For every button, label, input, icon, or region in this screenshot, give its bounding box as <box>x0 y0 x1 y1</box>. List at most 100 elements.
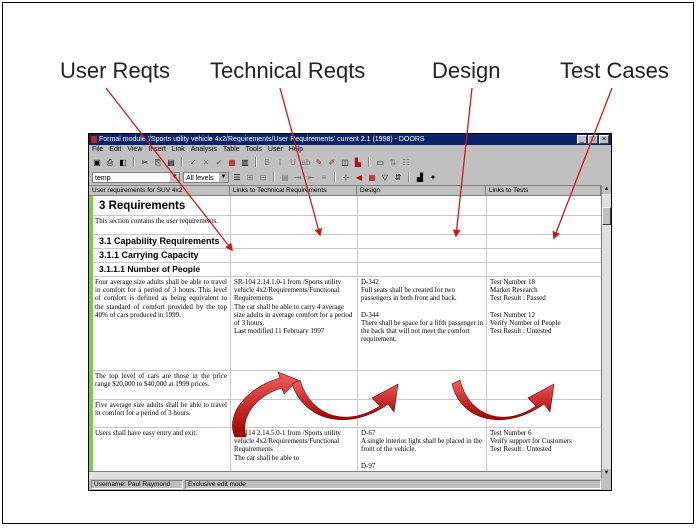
req2-user-text[interactable]: The top level of cars are those in the p… <box>95 372 227 398</box>
heading-requirements[interactable]: 3 Requirements <box>99 200 185 212</box>
filter-icon[interactable]: ▤ <box>280 173 290 182</box>
vertical-scrollbar[interactable]: ▲ ▼ <box>601 185 611 478</box>
menu-table[interactable]: Table <box>223 145 240 155</box>
save-icon[interactable]: ▣ <box>92 158 102 167</box>
column-header-tests[interactable]: Links to Tests <box>486 186 601 196</box>
menu-tools[interactable]: Tools <box>246 145 262 155</box>
heading-capability[interactable]: 3.1 Capability Requirements <box>99 236 220 246</box>
label-design: Design <box>432 58 501 83</box>
level-select-value: All levels <box>186 174 214 182</box>
toolbar-separator <box>368 157 370 167</box>
sort-az-icon[interactable]: ⇵ <box>393 173 403 182</box>
scroll-thumb[interactable] <box>602 207 611 225</box>
column-header-user[interactable]: User requirements for SUV 4x2 <box>89 186 230 196</box>
menu-analysis[interactable]: Analysis <box>191 145 217 155</box>
check-icon[interactable]: ✔ <box>214 158 224 167</box>
trace-icon[interactable]: ▦ <box>367 173 377 182</box>
menu-view[interactable]: View <box>127 145 142 155</box>
collapse-icon[interactable]: ⊟ <box>258 173 268 182</box>
baseline-icon[interactable]: ▙ <box>353 158 363 167</box>
req4-test-link[interactable]: Test Number 6 Verify support for Custome… <box>490 429 598 471</box>
req3-user-text[interactable]: Five average size adults shall be able t… <box>95 401 227 427</box>
column-header-technical[interactable]: Links to Technical Requirements <box>230 186 357 196</box>
menu-file[interactable]: File <box>92 145 103 155</box>
module-change-bar <box>89 196 93 479</box>
row-divider <box>93 370 601 371</box>
scroll-down-icon[interactable]: ▼ <box>602 469 611 478</box>
toolbar-separator <box>255 157 257 167</box>
properties-icon[interactable]: ◧ <box>118 158 128 167</box>
column-divider <box>230 196 231 479</box>
status-mode: Exclusive edit mode <box>185 480 601 489</box>
insert-table-icon[interactable]: ▦ <box>227 158 237 167</box>
heading-number-of-people[interactable]: 3.1.1.1 Number of People <box>99 264 200 274</box>
chevron-down-icon: ▼ <box>219 172 228 182</box>
window-title: Formal module '/Sports utility vehicle 4… <box>99 136 425 143</box>
show-levels-icon[interactable]: ☰ <box>232 173 242 182</box>
sort-icon[interactable]: ⇅ <box>388 158 398 167</box>
funnel-filter-icon[interactable]: ▽ <box>380 173 390 182</box>
link-source-icon[interactable]: ✎ <box>314 158 324 167</box>
wizard-icon[interactable]: ✦ <box>428 173 438 182</box>
view-select[interactable]: temp ▼ <box>92 171 180 183</box>
level-icon[interactable]: ≡ <box>319 173 329 182</box>
row-divider <box>93 276 601 277</box>
toolbar-separator <box>181 157 183 167</box>
analysis-arrow-icon[interactable]: ◀ <box>354 173 364 182</box>
menu-insert[interactable]: Insert <box>148 145 166 155</box>
label-user-reqts: User Reqts <box>60 58 171 83</box>
strike-icon[interactable]: ab <box>301 158 311 167</box>
menu-link[interactable]: Link <box>172 145 185 155</box>
level-select[interactable]: All levels ▼ <box>183 171 229 183</box>
italic-icon[interactable]: I <box>275 158 285 167</box>
maximize-button[interactable]: □ <box>588 135 598 144</box>
table-grid-icon[interactable]: ▥ <box>240 158 250 167</box>
req1-design-link[interactable]: D-342 Full seats shall be created for tw… <box>361 278 484 368</box>
menu-user[interactable]: User <box>268 145 283 155</box>
req4-technical-link[interactable]: SR-114 2.14.5.0-1 from /Sports utility v… <box>234 429 355 471</box>
cut-icon[interactable]: ✂ <box>140 158 150 167</box>
paste-icon[interactable]: ▤ <box>166 158 176 167</box>
bold-icon[interactable]: B <box>262 158 272 167</box>
expand-icon[interactable]: ⊞ <box>245 173 255 182</box>
toolbar-separator <box>133 157 135 167</box>
doors-app-icon <box>91 136 97 143</box>
status-bar: Username: Paul Raymond Exclusive edit mo… <box>89 479 611 490</box>
req1-technical-link[interactable]: SR-104 2.14.1.0-1 from /Sports utility v… <box>234 278 355 368</box>
heading-carrying-capacity[interactable]: 3.1.1 Carrying Capacity <box>99 250 199 260</box>
toolbar-separator <box>408 172 410 182</box>
req1-test-link[interactable]: Test Number 18 Market Research Test Resu… <box>490 278 598 368</box>
row-divider <box>93 399 601 400</box>
link-target-icon[interactable]: ✐ <box>327 158 337 167</box>
req4-user-text[interactable]: Users shall have easy entry and exit. <box>95 429 227 449</box>
intro-text[interactable]: This section contains the user requireme… <box>95 217 227 234</box>
spellcheck-icon[interactable]: ✓ <box>188 158 198 167</box>
underline-icon[interactable]: U <box>288 158 298 167</box>
chart-icon[interactable]: ▟ <box>415 173 425 182</box>
column-header-design[interactable]: Design <box>357 186 486 196</box>
req1-user-text[interactable]: Four average size adults shall be able t… <box>95 278 227 362</box>
outdent-icon[interactable]: ⇤ <box>306 173 316 182</box>
copy-icon[interactable]: ⎘ <box>153 158 163 167</box>
row-divider <box>93 427 601 428</box>
minimize-button[interactable]: _ <box>577 135 587 144</box>
main-toolbar: ▣ ⎙ ◧ ✂ ⎘ ▤ ✓ ✕ ✔ ▦ ▥ B I U ab ✎ ✐ ◫ ▙ ▭… <box>89 155 611 169</box>
label-technical-reqts: Technical Reqts <box>210 58 366 83</box>
close-button[interactable]: × <box>599 135 609 144</box>
scroll-up-icon[interactable]: ▲ <box>602 185 611 194</box>
menu-edit[interactable]: Edit <box>109 145 121 155</box>
horizontal-scrollbar[interactable] <box>89 471 601 479</box>
module-icon[interactable]: ◫ <box>340 158 350 167</box>
menu-help[interactable]: Help <box>289 145 303 155</box>
chevron-down-icon: ▼ <box>170 172 179 182</box>
print-icon[interactable]: ⎙ <box>105 158 115 167</box>
graphics-mode-icon[interactable]: ⊹ <box>341 173 351 182</box>
row-divider <box>93 262 601 263</box>
row-divider <box>93 215 601 216</box>
indent-icon[interactable]: ⇥ <box>293 173 303 182</box>
delete-icon[interactable]: ✕ <box>201 158 211 167</box>
window-titlebar[interactable]: Formal module '/Sports utility vehicle 4… <box>89 134 611 145</box>
req4-design-link[interactable]: D-67 A single interior light shall be pl… <box>361 429 484 471</box>
outline-icon[interactable]: ☷ <box>401 158 411 167</box>
window-icon[interactable]: ▭ <box>375 158 385 167</box>
